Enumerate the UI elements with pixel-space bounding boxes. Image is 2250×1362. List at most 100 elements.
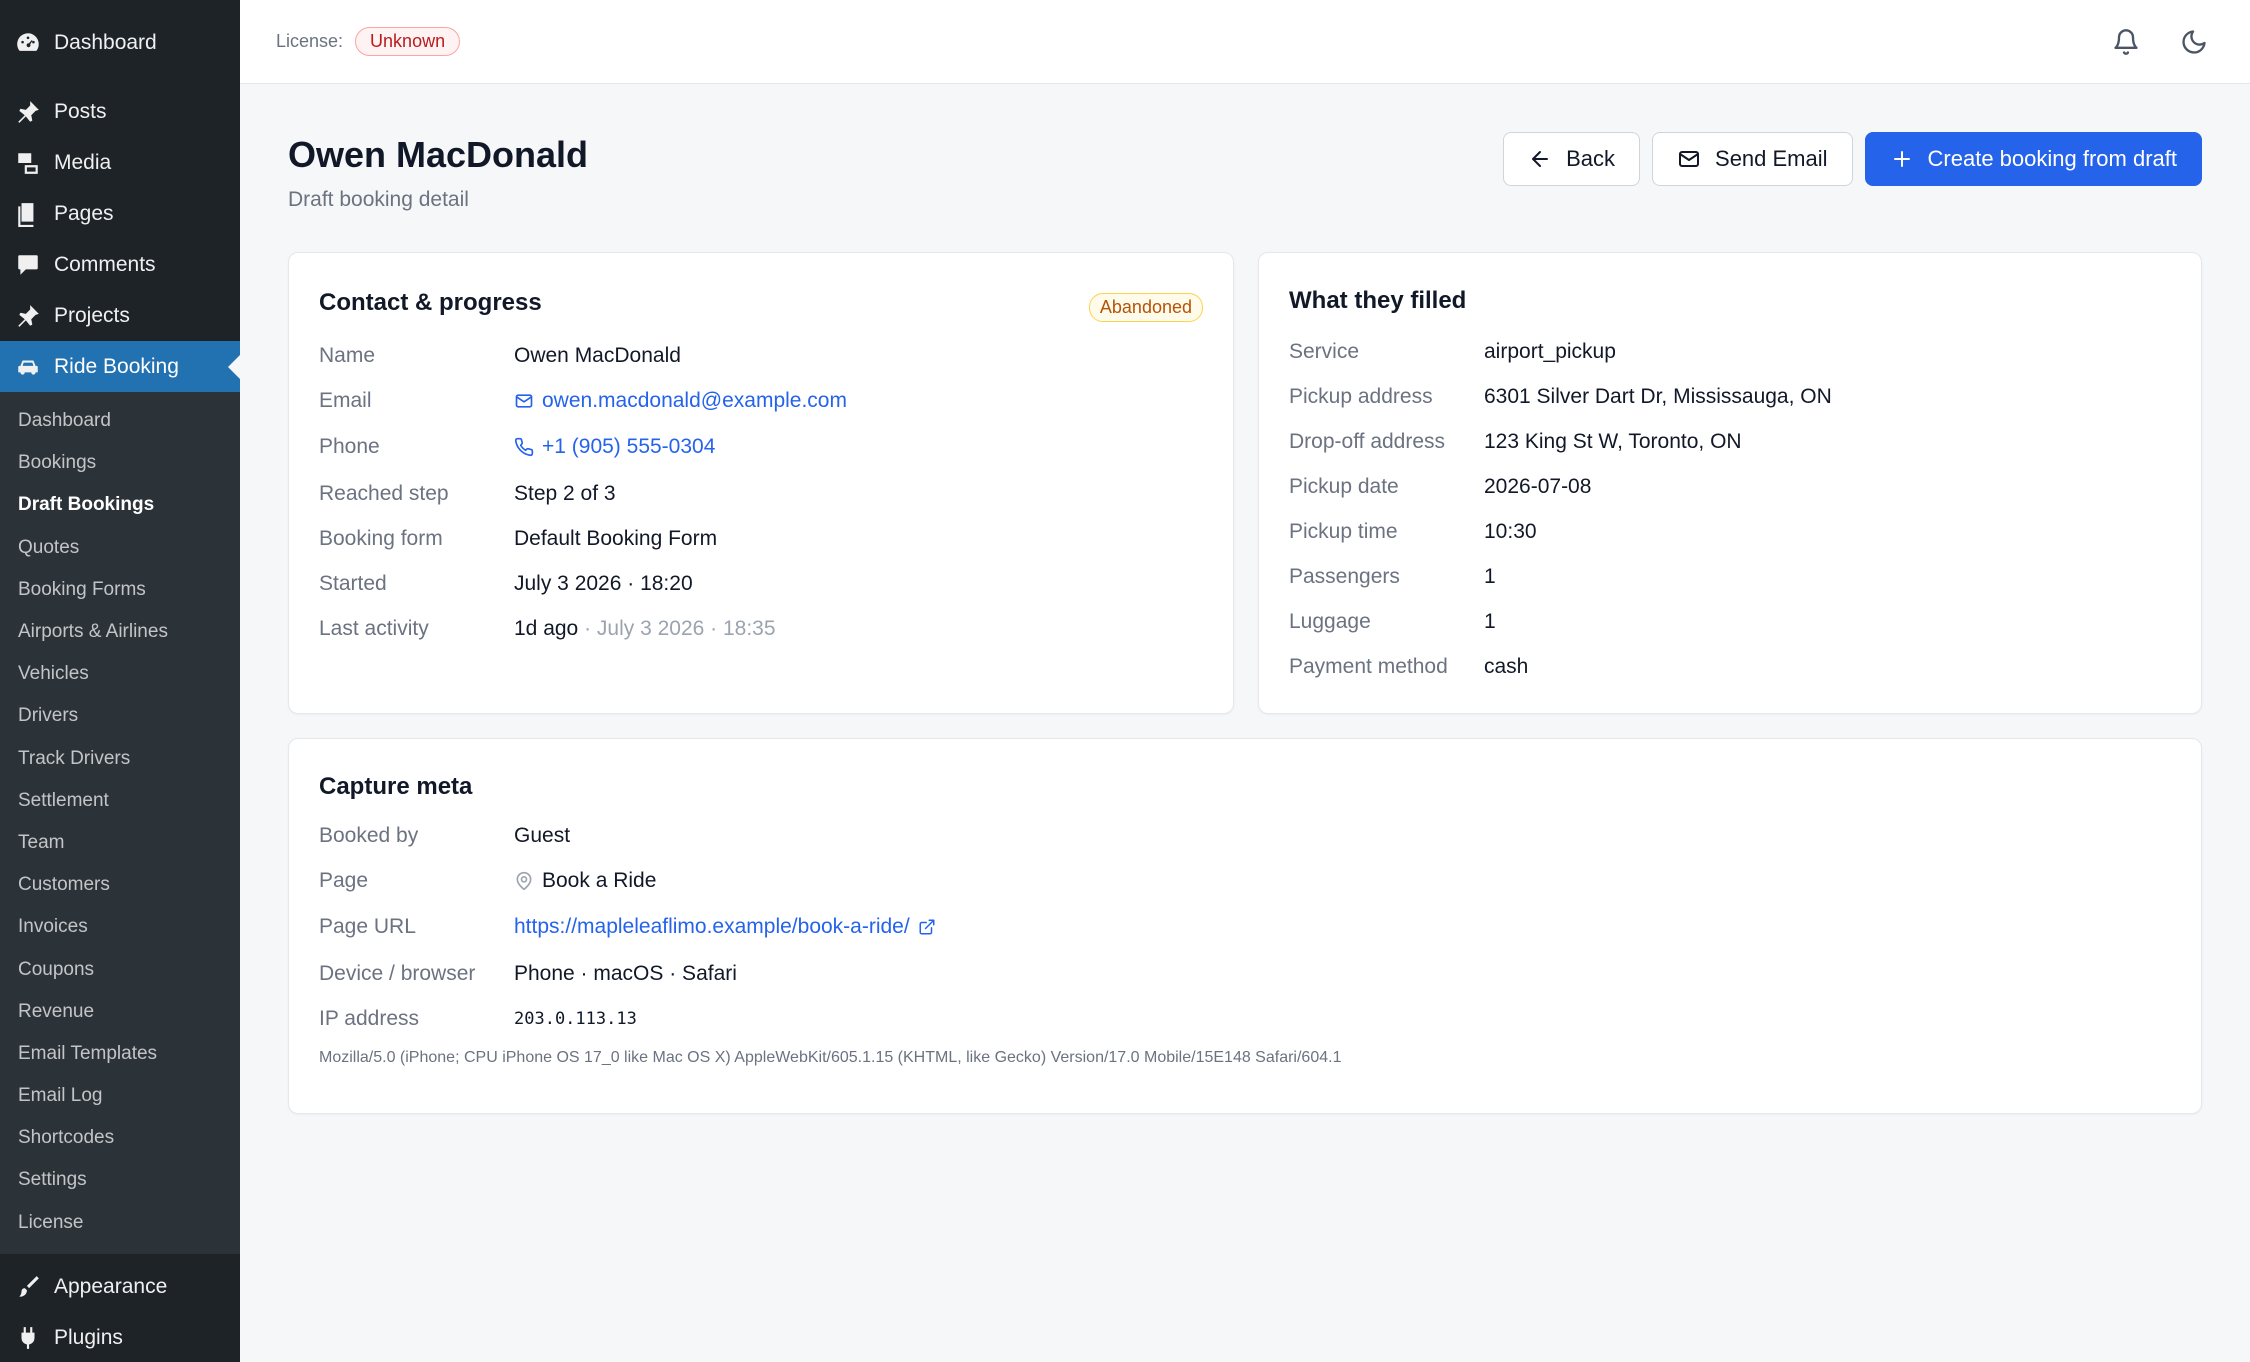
submenu-item-invoices[interactable]: Invoices xyxy=(0,906,240,948)
mail-icon xyxy=(515,393,533,408)
card-title: Contact & progress xyxy=(319,289,542,316)
field-label: Booking form xyxy=(319,526,443,550)
back-button-label: Back xyxy=(1566,146,1616,171)
last-activity-absolute: · July 3 2026 · 18:35 xyxy=(584,616,776,640)
contact-rows: Name Owen MacDonald Email owen.macdonald… xyxy=(319,333,1203,651)
page-url-link[interactable]: https://mapleleaflimo.example/book-a-rid… xyxy=(514,915,936,939)
submenu-item-bookings[interactable]: Bookings xyxy=(0,442,240,484)
bell-icon[interactable] xyxy=(2108,24,2144,60)
page-actions: Back Send Email Create booking from draf… xyxy=(1503,132,2202,186)
step-value: Step 2 of 3 xyxy=(514,481,616,505)
car-icon xyxy=(14,353,42,381)
admin-sidebar: Dashboard Posts Media Pages Comments Pro… xyxy=(0,0,240,1362)
submenu-item-settlement[interactable]: Settlement xyxy=(0,780,240,822)
menu-label: Appearance xyxy=(54,1275,168,1299)
external-link-icon xyxy=(919,919,935,935)
field-label: Started xyxy=(319,571,387,595)
row-page-url: Page URL https://mapleleaflimo.example/b… xyxy=(319,903,2171,951)
menu-posts[interactable]: Posts xyxy=(0,86,240,137)
menu-media[interactable]: Media xyxy=(0,137,240,188)
menu-ride-booking[interactable]: Ride Booking xyxy=(0,341,240,392)
field-value: 1 xyxy=(1484,564,1496,588)
last-activity-relative: 1d ago xyxy=(514,616,579,640)
menu-label: Media xyxy=(54,150,112,174)
contact-progress-card: Contact & progress Abandoned Name Owen M… xyxy=(288,252,1234,714)
row-booking-form: Booking form Default Booking Form xyxy=(319,516,1203,561)
submenu-item-draft-bookings[interactable]: Draft Bookings xyxy=(0,484,240,526)
submenu-item-drivers[interactable]: Drivers xyxy=(0,695,240,737)
field-label: IP address xyxy=(319,1006,420,1030)
email-link[interactable]: owen.macdonald@example.com xyxy=(514,389,847,413)
row-page: Page Book a Ride xyxy=(319,858,2171,903)
row-email: Email owen.macdonald@example.com xyxy=(319,378,1203,423)
phone-icon xyxy=(514,437,534,457)
field-value: 123 King St W, Toronto, ON xyxy=(1484,429,1742,453)
submenu-item-coupons[interactable]: Coupons xyxy=(0,948,240,990)
submenu-item-revenue[interactable]: Revenue xyxy=(0,991,240,1033)
menu-plugins[interactable]: Plugins xyxy=(0,1313,240,1362)
send-email-button[interactable]: Send Email xyxy=(1652,132,1853,186)
submenu-item-email-templates[interactable]: Email Templates xyxy=(0,1033,240,1075)
row-drop-off-address: Drop-off address 123 King St W, Toronto, … xyxy=(1289,419,2171,464)
field-value: 2026-07-08 xyxy=(1484,474,1592,498)
phone-link[interactable]: +1 (905) 555-0304 xyxy=(514,435,715,459)
card-title: Capture meta xyxy=(319,773,473,800)
menu-dashboard[interactable]: Dashboard xyxy=(0,0,240,86)
submenu-item-shortcodes[interactable]: Shortcodes xyxy=(0,1117,240,1159)
email-value: owen.macdonald@example.com xyxy=(542,388,847,412)
submenu-item-booking-forms[interactable]: Booking Forms xyxy=(0,569,240,611)
submenu-item-dashboard[interactable]: Dashboard xyxy=(0,400,240,442)
row-phone: Phone +1 (905) 555-0304 xyxy=(319,423,1203,471)
menu-projects[interactable]: Projects xyxy=(0,290,240,341)
plug-icon xyxy=(14,1324,42,1352)
field-label: Payment method xyxy=(1289,654,1448,678)
row-service: Service airport_pickup xyxy=(1289,329,2171,374)
submenu-item-team[interactable]: Team xyxy=(0,822,240,864)
top-bar: License: Unknown xyxy=(240,0,2250,84)
submenu-item-license[interactable]: License xyxy=(0,1202,240,1244)
submenu-item-track-drivers[interactable]: Track Drivers xyxy=(0,738,240,780)
menu-pages[interactable]: Pages xyxy=(0,188,240,239)
menu-label: Posts xyxy=(54,99,107,123)
menu-label: Ride Booking xyxy=(54,354,179,378)
page-subtitle: Draft booking detail xyxy=(288,188,469,211)
row-luggage: Luggage 1 xyxy=(1289,599,2171,644)
menu-label: Pages xyxy=(54,201,114,225)
menu-label: Comments xyxy=(54,252,156,276)
menu-label: Dashboard xyxy=(54,31,157,54)
meta-rows: Booked by Guest Page Book a Ride Page UR… xyxy=(319,813,2171,1067)
create-booking-button[interactable]: Create booking from draft xyxy=(1864,132,2202,186)
phone-value: +1 (905) 555-0304 xyxy=(542,435,716,458)
row-payment-method: Payment method cash xyxy=(1289,644,2171,689)
row-pickup-date: Pickup date 2026-07-08 xyxy=(1289,464,2171,509)
ride-booking-submenu: Dashboard Bookings Draft Bookings Quotes Boo… xyxy=(0,392,240,1254)
field-label: Reached step xyxy=(319,481,449,505)
menu-comments[interactable]: Comments xyxy=(0,239,240,290)
create-booking-label: Create booking from draft xyxy=(1927,146,2177,171)
user-agent-string: Mozilla/5.0 (iPhone; CPU iPhone OS 17_0 … xyxy=(319,1049,1342,1066)
row-pickup-address: Pickup address 6301 Silver Dart Dr, Missi… xyxy=(1289,374,2171,419)
page-url-value: https://mapleleaflimo.example/book-a-rid… xyxy=(514,915,910,938)
submenu-item-quotes[interactable]: Quotes xyxy=(0,527,240,569)
field-label: Pickup time xyxy=(1289,519,1398,543)
page-title: Owen MacDonald xyxy=(288,134,589,175)
submenu-item-vehicles[interactable]: Vehicles xyxy=(0,653,240,695)
field-label: Phone xyxy=(319,435,380,458)
ip-value: 203.0.113.13 xyxy=(514,1008,637,1029)
submenu-item-email-log[interactable]: Email Log xyxy=(0,1075,240,1117)
back-button[interactable]: Back xyxy=(1503,132,1641,186)
booked-by-value: Guest xyxy=(514,823,571,847)
submenu-item-customers[interactable]: Customers xyxy=(0,864,240,906)
comments-icon xyxy=(14,251,42,279)
field-label: Last activity xyxy=(319,616,429,640)
field-label: Passengers xyxy=(1289,564,1400,588)
row-last-activity: Last activity 1d ago · July 3 2026 · 18:… xyxy=(319,606,1203,651)
device-value: Phone · macOS · Safari xyxy=(514,961,737,985)
submenu-item-airports-airlines[interactable]: Airports & Airlines xyxy=(0,611,240,653)
pin-icon xyxy=(14,98,42,126)
submenu-item-settings[interactable]: Settings xyxy=(0,1159,240,1201)
menu-appearance[interactable]: Appearance xyxy=(0,1262,240,1313)
field-value: cash xyxy=(1484,654,1529,678)
started-value: July 3 2026 · 18:20 xyxy=(514,571,693,595)
dark-mode-icon[interactable] xyxy=(2176,24,2212,60)
